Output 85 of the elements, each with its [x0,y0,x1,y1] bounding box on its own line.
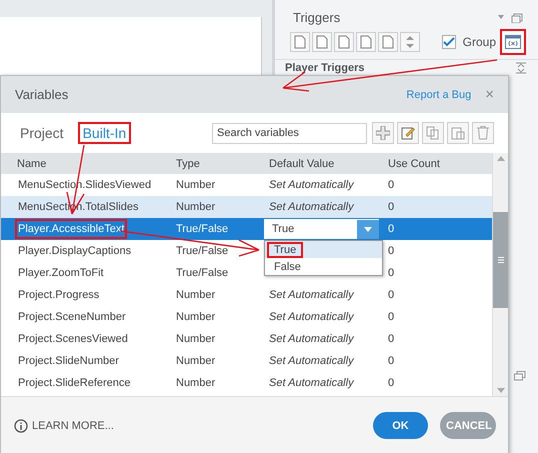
restore-icon[interactable] [514,371,526,381]
page-icon [338,35,350,49]
clipboard-icon [451,126,465,140]
variables-button[interactable] [500,29,526,55]
variable-window-icon [505,35,521,49]
default-value: Set Automatically [269,355,354,367]
ok-button[interactable]: OK [373,412,428,439]
learn-more-link[interactable]: LEARN MORE... [32,420,114,432]
paste-trigger-button[interactable] [356,32,376,52]
variable-type: True/False [176,267,228,279]
column-header[interactable]: Name [1,158,176,170]
variable-name: Project.SlideNumber [17,354,120,369]
variable-type: True/False [176,223,228,235]
column-header[interactable]: Default Value [269,158,388,170]
use-count: 0 [388,179,394,191]
variable-name: Project.Progress [17,288,100,303]
default-value: Set Automatically [269,311,354,323]
variable-name: Project.SlideReference [17,376,132,391]
variable-type: Number [176,289,216,301]
reorder-button[interactable] [400,32,420,52]
default-value: Set Automatically [269,201,354,213]
dropdown-option[interactable]: True [265,241,382,258]
panel-title: Triggers [293,10,340,25]
edit-trigger-button[interactable] [312,32,332,52]
plus-icon [376,126,390,140]
use-count: 0 [388,267,394,279]
info-icon[interactable] [14,418,28,432]
search-field[interactable]: Search variables [212,122,367,144]
use-count: 0 [388,223,394,235]
use-count: 0 [388,311,394,323]
default-value: Set Automatically [269,377,354,389]
use-count: 0 [388,333,394,345]
variable-type: Number [176,333,216,345]
scope-tab[interactable]: Project [15,122,69,144]
collapse-icon[interactable] [516,62,526,74]
column-header[interactable]: Type [176,158,269,170]
variable-name: Project.SceneNumber [17,310,127,325]
scroll-down-icon[interactable] [496,387,504,393]
use-count: 0 [388,201,394,213]
default-value-dropdown[interactable]: True [264,219,379,239]
up-down-arrows-icon [405,35,415,49]
default-value: Set Automatically [269,179,354,191]
dialog-title: Variables [15,87,70,102]
variable-row[interactable]: Player.AccessibleText True/False True 0 [1,218,492,240]
use-count: 0 [388,245,394,257]
variable-type: True/False [176,245,228,257]
dropdown-option[interactable]: False [265,258,382,275]
variable-type: Number [176,311,216,323]
page-icon [316,35,328,49]
section-title: Player Triggers [285,62,364,74]
pencil-page-icon [401,126,415,140]
variable-name: Player.AccessibleText [15,219,128,239]
scroll-up-icon[interactable] [496,156,504,162]
scope-tab[interactable]: Built-In [78,122,132,144]
edit-button[interactable] [397,122,419,144]
scrollbar[interactable] [492,153,508,396]
copy-icon [426,126,440,140]
default-value: Set Automatically [269,289,354,301]
variable-type: Number [176,179,216,191]
grip-icon[interactable] [498,257,504,263]
variable-name: Project.ScenesViewed [17,332,129,347]
page-icon [294,35,306,49]
use-count: 0 [388,377,394,389]
copy-trigger-button[interactable] [334,32,354,52]
paste-button[interactable] [447,122,469,144]
group-label: Group [462,35,496,49]
copy-button[interactable] [422,122,444,144]
delete-button[interactable] [472,122,494,144]
default-value: Set Automatically [269,333,354,345]
variable-type: Number [176,355,216,367]
delete-trigger-button[interactable] [378,32,398,52]
page-icon [382,35,394,49]
panel-options-icon[interactable] [498,12,524,22]
page-icon [360,35,372,49]
use-count: 0 [388,355,394,367]
variable-type: Number [176,201,216,213]
variable-type: Number [176,377,216,389]
add-button[interactable] [372,122,394,144]
new-trigger-button[interactable] [290,32,310,52]
variable-name: Player.DisplayCaptions [17,244,132,259]
column-header[interactable]: Use Count [388,158,492,170]
variable-name: Player.ZoomToFit [17,266,105,281]
trash-icon [477,126,489,140]
use-count: 0 [388,289,394,301]
group-checkbox[interactable] [442,35,456,49]
